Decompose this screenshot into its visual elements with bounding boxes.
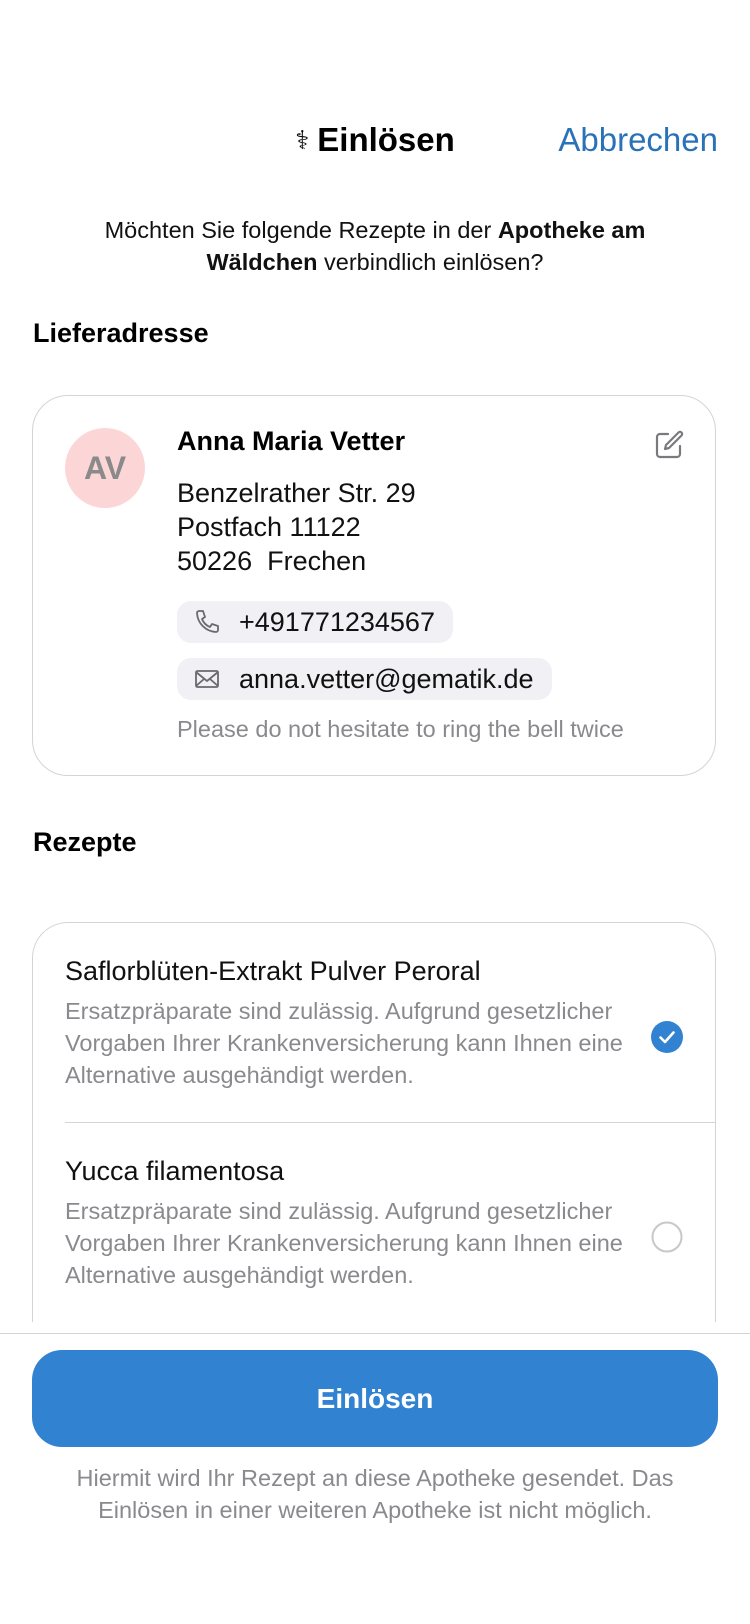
caduceus-icon: ⚕ — [295, 125, 310, 155]
phone-chip[interactable]: +491771234567 — [177, 601, 453, 643]
navigation-header: ⚕ Einlösen Abbrechen — [0, 105, 750, 175]
cancel-button[interactable]: Abbrechen — [558, 105, 718, 175]
prescription-description: Ersatzpräparate sind zulässig. Aufgrund … — [65, 1198, 623, 1288]
address-lines: Benzelrather Str. 29 Postfach 11122 5022… — [177, 476, 416, 578]
bottom-separator — [0, 1333, 750, 1334]
item-divider — [65, 1122, 715, 1123]
recipient-name: Anna Maria Vetter — [177, 426, 406, 456]
address-section-title: Lieferadresse — [33, 318, 209, 348]
email-address: anna.vetter@gematik.de — [239, 663, 534, 694]
checkmark-selected-icon[interactable] — [651, 1021, 683, 1053]
postbox-line: Postfach 11122 — [177, 512, 361, 542]
intro-prefix: Möchten Sie folgende Rezepte in der — [104, 217, 498, 243]
disclaimer-text: Hiermit wird Ihr Rezept an diese Apothek… — [76, 1465, 674, 1523]
radio-unselected-icon[interactable] — [651, 1221, 683, 1253]
prescription-item[interactable]: Saflorblüten-Extrakt Pulver Peroral Ersa… — [65, 956, 715, 1091]
envelope-icon — [195, 670, 219, 688]
prescription-item[interactable]: Yucca filamentosa Ersatzpräparate sind z… — [65, 1156, 715, 1291]
prescription-name: Yucca filamentosa — [65, 1156, 285, 1186]
city-name: Frechen — [267, 546, 367, 576]
intro-suffix: verbindlich einlösen? — [317, 249, 544, 275]
page-title-text: Einlösen — [317, 121, 455, 158]
street-line: Benzelrather Str. 29 — [177, 478, 416, 508]
city-line: 50226 Frechen — [177, 544, 416, 578]
avatar: AV — [65, 428, 145, 508]
delivery-note: Please do not hesitate to ring the bell … — [177, 716, 624, 742]
phone-icon — [196, 610, 219, 633]
address-card: AV Anna Maria Vetter Benzelrather Str. 2… — [32, 395, 716, 776]
prescription-description: Ersatzpräparate sind zulässig. Aufgrund … — [65, 998, 623, 1088]
redeem-button[interactable]: Einlösen — [32, 1350, 718, 1447]
prescriptions-card: Saflorblüten-Extrakt Pulver Peroral Ersa… — [32, 922, 716, 1322]
edit-icon[interactable] — [653, 429, 685, 461]
zip-code: 50226 — [177, 546, 253, 576]
prescriptions-section-title: Rezepte — [33, 827, 137, 857]
email-chip[interactable]: anna.vetter@gematik.de — [177, 658, 552, 700]
phone-number: +491771234567 — [239, 606, 435, 637]
intro-text: Möchten Sie folgende Rezepte in der Apot… — [60, 214, 690, 278]
prescription-name: Saflorblüten-Extrakt Pulver Peroral — [65, 956, 481, 986]
